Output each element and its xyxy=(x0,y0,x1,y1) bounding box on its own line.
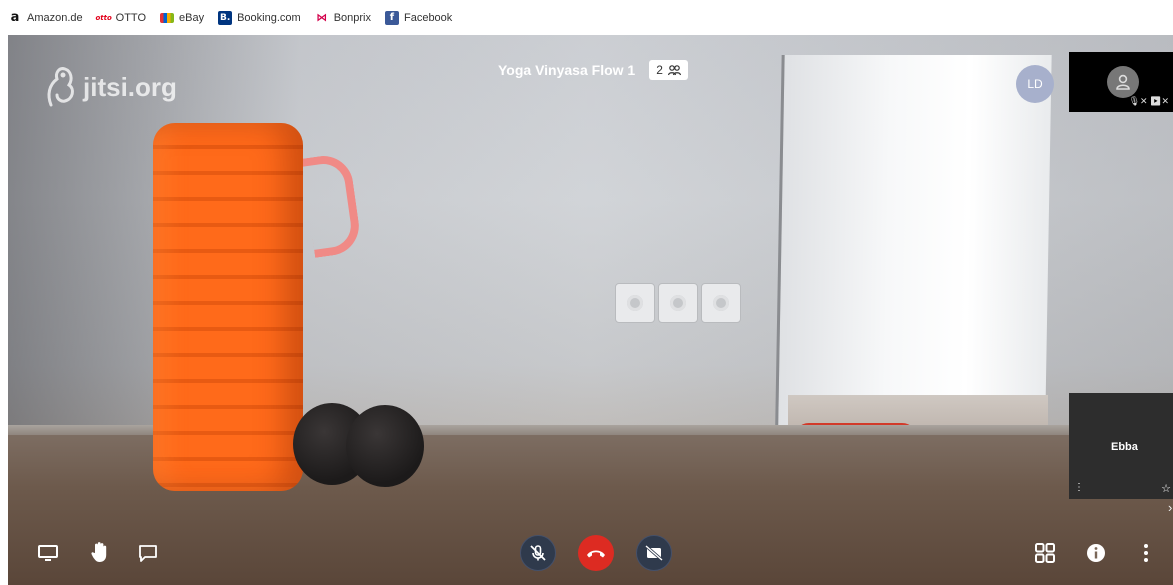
microphone-button[interactable] xyxy=(520,535,556,571)
bookmark-label: OTTO xyxy=(115,11,147,24)
participant-name: Ebba xyxy=(1111,441,1138,453)
more-vertical-icon xyxy=(1144,544,1148,562)
video-outlet xyxy=(701,283,741,323)
otto-icon: otto xyxy=(95,13,112,22)
screen-share-button[interactable] xyxy=(36,543,60,563)
local-avatar[interactable]: LD xyxy=(1016,65,1054,103)
conference-title: Yoga Vinyasa Flow 1 xyxy=(498,62,636,78)
camera-off-icon xyxy=(645,545,663,561)
filmstrip-toggle-icon[interactable]: › xyxy=(1168,500,1172,515)
chat-button[interactable] xyxy=(136,543,160,563)
bookmark-facebook[interactable]: f Facebook xyxy=(384,10,453,25)
screen-share-icon xyxy=(38,545,58,561)
bookmark-amazon[interactable]: a Amazon.de xyxy=(8,10,83,25)
more-options-button[interactable] xyxy=(1136,541,1156,565)
conference-header: Yoga Vinyasa Flow 1 2 xyxy=(498,60,688,80)
facebook-icon: f xyxy=(384,10,399,25)
bookmark-bonprix[interactable]: ⋈ Bonprix xyxy=(315,11,371,25)
video-ball xyxy=(346,405,424,487)
video-foam-roller xyxy=(153,123,303,491)
avatar-initials: LD xyxy=(1027,77,1043,91)
muted-indicators: 🎙✕ ▶✕ xyxy=(1128,96,1169,106)
jitsi-watermark[interactable]: jitsi.org xyxy=(43,65,177,109)
bookmark-ebay[interactable]: eBay xyxy=(160,12,204,24)
booking-icon: B. xyxy=(218,10,233,25)
thumbnail-ebba[interactable]: Ebba ⋮ ☆ xyxy=(1069,393,1173,499)
bookmark-label: Facebook xyxy=(403,11,453,24)
bookmark-otto[interactable]: otto OTTO xyxy=(95,11,147,25)
video-stage[interactable]: jitsi.org Yoga Vinyasa Flow 1 2 LD 🎙✕ ▶✕… xyxy=(8,35,1173,585)
bookmark-booking[interactable]: B. Booking.com xyxy=(218,10,301,25)
info-icon xyxy=(1087,544,1105,562)
tile-view-icon xyxy=(1035,543,1055,563)
user-avatar-icon xyxy=(1107,66,1139,98)
watermark-text: jitsi.org xyxy=(83,71,177,102)
info-button[interactable] xyxy=(1084,541,1108,565)
tile-view-button[interactable] xyxy=(1032,540,1058,566)
amazon-icon: a xyxy=(10,10,20,25)
raise-hand-button[interactable] xyxy=(88,541,112,563)
hangup-icon xyxy=(587,550,605,558)
participants-icon xyxy=(667,64,681,75)
bookmark-label: Booking.com xyxy=(237,11,301,24)
raise-hand-icon xyxy=(91,542,107,562)
video-outlet xyxy=(658,283,698,323)
bookmark-label: eBay xyxy=(179,11,205,24)
camera-button[interactable] xyxy=(636,535,672,571)
bookmark-label: Amazon.de xyxy=(27,11,83,24)
thumbnail-menu-icon[interactable]: ⋮ xyxy=(1074,482,1084,493)
chat-icon xyxy=(139,545,157,562)
bonprix-icon: ⋈ xyxy=(316,11,328,24)
hangup-button[interactable] xyxy=(578,535,614,571)
star-icon[interactable]: ☆ xyxy=(1161,482,1171,495)
video-outlet xyxy=(615,283,655,323)
bookmark-label: Bonprix xyxy=(333,11,371,24)
thumbnail-remote[interactable]: 🎙✕ ▶✕ xyxy=(1069,52,1173,112)
jitsi-logo-icon xyxy=(47,67,74,107)
bookmarks-bar: a Amazon.de otto OTTO eBay B. Booking.co… xyxy=(0,0,1173,35)
ebay-icon xyxy=(160,12,175,23)
participant-count-badge[interactable]: 2 xyxy=(649,60,688,80)
microphone-muted-icon xyxy=(530,545,546,561)
participant-count: 2 xyxy=(656,63,663,77)
